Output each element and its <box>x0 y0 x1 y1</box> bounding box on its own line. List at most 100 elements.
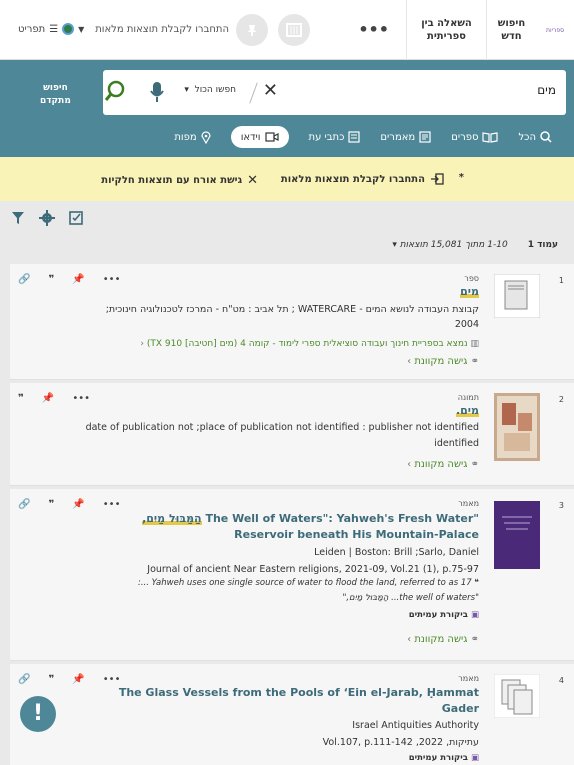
select-all-checkbox-icon[interactable] <box>68 210 84 226</box>
article-thumbnail-icon <box>493 673 541 719</box>
pin-icon[interactable]: 📌 <box>72 674 84 685</box>
pin-icon[interactable]: 📌 <box>72 499 84 510</box>
result-title-cont[interactable]: Gader <box>442 701 479 717</box>
more-actions-icon[interactable]: ••• <box>72 393 90 404</box>
link-icon: ⚭ <box>470 356 479 367</box>
library-logo[interactable]: ספריות <box>536 0 574 60</box>
tab-maps[interactable]: מפות <box>174 126 211 148</box>
online-access-link[interactable]: ⚭ גישה מקוונת › <box>407 631 479 648</box>
tab-journals[interactable]: כתבי עת <box>309 126 361 148</box>
location-pin-icon <box>201 130 211 144</box>
result-item[interactable]: 2 תמונה מים. date of publication not ;pl… <box>10 383 574 486</box>
resource-tabs: הכל ספרים מאמרים כתבי עת וידאו מפות <box>0 124 574 150</box>
result-item[interactable]: 3 מאמר "The Well of Waters": Yahweh's Fr… <box>10 489 574 661</box>
search-box: מים ✕ חפשו הכול ▾ <box>103 70 566 115</box>
login-icon <box>431 173 444 185</box>
permalink-icon[interactable]: 🔗 <box>18 499 30 510</box>
search-input[interactable]: מים <box>537 83 556 97</box>
result-type: מאמר <box>458 674 479 683</box>
guest-access-button[interactable]: ✕ גישת אורח עם תוצאות חלקיות <box>101 173 258 188</box>
interlibrary-loan-link[interactable]: השאלה בין ספריתית <box>406 0 486 60</box>
exclamation-icon: ! <box>32 701 44 726</box>
more-actions-icon[interactable]: ••• <box>103 274 121 285</box>
result-title-en: The Glass Vessels from the Pools of ‘Ein… <box>118 686 479 699</box>
journal-cover-thumbnail <box>494 501 540 569</box>
result-title[interactable]: מים. <box>455 403 479 419</box>
result-year: 2004 <box>454 319 479 330</box>
citation-icon[interactable]: ❞ <box>48 499 54 510</box>
filter-icon[interactable] <box>10 210 26 226</box>
chevron-left-icon: ‹ <box>140 339 144 349</box>
chevron-left-icon: › <box>407 356 412 367</box>
citation-icon[interactable]: ❞ <box>48 274 54 285</box>
result-type: תמונה <box>457 393 479 402</box>
video-icon <box>264 132 279 142</box>
advanced-search-link[interactable]: חיפוש מתקדם <box>40 82 71 108</box>
barcode-icon[interactable] <box>278 14 310 46</box>
results-count[interactable]: 1-10 מתוך 15,081 תוצאות ▾ <box>392 240 507 250</box>
citation-icon[interactable]: ❞ <box>48 674 54 685</box>
pin-icon[interactable]: 📌 <box>42 393 54 404</box>
result-item[interactable]: 1 ספר מים קבוצת העבודה לנושא המים - WATE… <box>10 264 574 380</box>
result-title[interactable]: "The Well of Waters": Yahweh's Fresh Wat… <box>142 511 479 527</box>
more-label: ••• <box>358 20 389 39</box>
result-title[interactable]: מים <box>460 284 479 300</box>
pagination-info: עמוד 1 1-10 מתוך 15,081 תוצאות ▾ <box>392 240 558 250</box>
advanced-label-2: מתקדם <box>40 96 71 106</box>
more-actions-icon[interactable]: ••• <box>103 499 121 510</box>
online-access-link[interactable]: ⚭ גישה מקוונת › <box>407 353 479 370</box>
permalink-icon[interactable]: 🔗 <box>18 674 30 685</box>
permalink-icon[interactable]: 🔗 <box>18 274 30 285</box>
tab-articles[interactable]: מאמרים <box>380 126 431 148</box>
new-search-link[interactable]: חיפוש חדש <box>486 0 536 60</box>
tab-books[interactable]: ספרים <box>451 126 499 148</box>
result-type: מאמר <box>458 499 479 508</box>
tab-label: ספרים <box>451 131 479 143</box>
online-access-label: גישה מקוונת <box>414 634 468 645</box>
microphone-icon[interactable] <box>149 80 165 107</box>
book-cover-icon <box>493 273 541 319</box>
result-title-en: "The Well of Waters": Yahweh's Fresh Wat… <box>205 512 479 525</box>
tab-all[interactable]: הכל <box>518 126 552 148</box>
chevron-down-icon: ▼ <box>78 24 85 34</box>
pin-icon[interactable]: 📌 <box>72 274 84 285</box>
search-icon[interactable] <box>104 80 126 105</box>
result-title[interactable]: The Glass Vessels from the Pools of ‘Ein… <box>119 685 479 701</box>
result-actions: ••• 📌 ❞ 🔗 <box>18 499 120 510</box>
result-item[interactable]: 4 מאמר The Glass Vessels from the Pools … <box>10 664 574 765</box>
result-publisher: Israel Antiquities Authority <box>352 720 479 731</box>
result-publisher-cont: identified <box>434 438 479 449</box>
login-link[interactable]: התחברו לקבלת תוצאות מלאות <box>95 24 229 35</box>
link-icon: ⚭ <box>470 634 479 645</box>
tab-label: כתבי עת <box>308 131 345 143</box>
globe-icon <box>62 23 75 35</box>
result-number: 4 <box>558 676 564 685</box>
help-chat-button[interactable]: ! <box>20 696 56 732</box>
tab-video[interactable]: וידאו <box>230 126 289 148</box>
menu-button[interactable]: ▼ ☰ תפריט <box>18 23 84 35</box>
result-actions: ••• 📌 ❞ 🔗 <box>18 674 120 685</box>
clear-icon[interactable]: ✕ <box>263 80 278 101</box>
gear-icon[interactable] <box>39 210 55 226</box>
chevron-left-icon: › <box>407 459 412 470</box>
scope-select[interactable]: חפשו הכול ▾ <box>184 85 236 95</box>
result-title-cont[interactable]: Reservoir beneath His Mountain-Palace <box>234 527 479 543</box>
hamburger-icon: ☰ <box>49 23 59 35</box>
tab-label: מאמרים <box>380 131 416 143</box>
citation-icon[interactable]: ❞ <box>18 393 24 404</box>
peer-review-icon: ▣ <box>470 753 479 763</box>
more-menu-button[interactable]: ••• <box>358 20 389 39</box>
link-icon: ⚭ <box>470 459 479 470</box>
pin-icon[interactable] <box>236 14 268 46</box>
peer-reviewed-label: ביקורת עמיתים <box>408 753 468 763</box>
online-access-link[interactable]: ⚭ גישה מקוונת › <box>407 456 479 473</box>
results-toolbar <box>10 210 84 226</box>
logo-text: ספריות <box>546 26 564 34</box>
more-actions-icon[interactable]: ••• <box>103 674 121 685</box>
ill-label-1: השאלה בין <box>421 18 472 29</box>
book-location-icon: ▥ <box>470 339 479 349</box>
result-number: 1 <box>558 276 564 285</box>
notice-login-link[interactable]: התחברו לקבלת תוצאות מלאות <box>281 173 444 185</box>
result-actions: ••• 📌 ❞ <box>18 393 90 404</box>
availability-link[interactable]: ▥ נמצא בספריית חינוך ועבודה סוציאלית ספר… <box>140 336 479 353</box>
